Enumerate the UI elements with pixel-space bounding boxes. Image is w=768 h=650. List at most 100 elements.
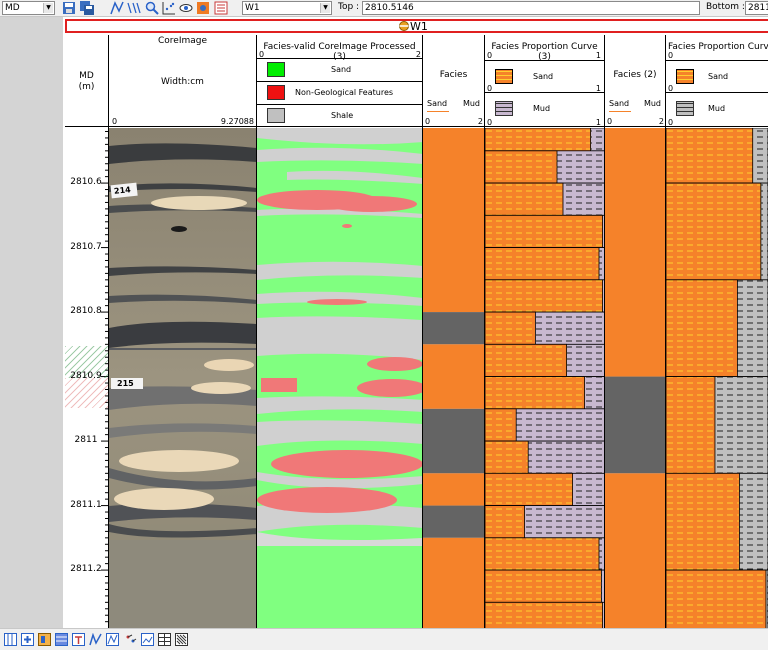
- md-track-unit: (m): [78, 82, 95, 92]
- fpc3-track[interactable]: Facies Proportion Curve (3) 0 1 Sand 0 1…: [485, 35, 605, 628]
- facies-track[interactable]: Facies Sand Mud 0 2: [423, 35, 485, 628]
- facies-interval: [423, 344, 484, 409]
- well-log-viewer: MD ▼ W1 ▼ Top : 2810.5146 Bottom : 2811.…: [0, 0, 768, 650]
- legend-row-non-geological[interactable]: Non-Geological Features: [257, 81, 422, 104]
- fpc4-legend-sand: Sand: [708, 72, 729, 81]
- add-track-icon[interactable]: [21, 633, 34, 646]
- md-track-body: 2810.6 2810.7 2810.8 2810.9 2811 2811.1 2811.2: [65, 128, 108, 628]
- fill-track-icon[interactable]: [38, 633, 51, 646]
- settings-icon[interactable]: [196, 1, 210, 15]
- chevron-down-icon[interactable]: ▼: [320, 3, 330, 13]
- legend-row-sand[interactable]: Sand: [257, 58, 422, 81]
- curve-tool-icon[interactable]: [127, 1, 141, 15]
- facies-scale-max: 2: [477, 117, 483, 126]
- sand-proportion-bar: [666, 472, 740, 571]
- crossplot-icon[interactable]: [162, 1, 176, 15]
- zoom-icon[interactable]: [145, 1, 159, 15]
- facies2-legend-mud: Mud: [643, 99, 661, 108]
- left-gutter: [0, 17, 63, 628]
- fpc4-legend-mud-row[interactable]: Mud 0: [666, 92, 768, 126]
- sand-proportion-bar: [666, 182, 762, 281]
- facies-legend-mud: Mud: [462, 99, 480, 108]
- well-title-bar[interactable]: W1: [65, 19, 768, 33]
- sand-proportion-bar: [485, 376, 585, 410]
- facies-classification-image: [257, 128, 422, 628]
- fpc3-legend-mud-row[interactable]: Mud 0 1: [485, 92, 604, 126]
- view-icon[interactable]: [179, 1, 193, 15]
- tadpole-icon[interactable]: [124, 633, 137, 646]
- sand-proportion-bar: [485, 343, 567, 377]
- md-track[interactable]: MD (m) 2810.6 2810.7 2810.8 2810.9 2811 2811.…: [65, 35, 109, 628]
- facies2-sand-line: [609, 111, 631, 112]
- core-image-track[interactable]: CoreImage Width:cm 0 9.27088 214 215: [109, 35, 257, 628]
- sand-proportion-bar: [485, 279, 603, 313]
- fpc3-legend-sand-row[interactable]: Sand 0 1: [485, 60, 604, 93]
- facies-interval: [423, 408, 484, 474]
- fpc4-legend-sand-row[interactable]: Sand 0: [666, 60, 768, 93]
- fpc3-scale-max-top: 1: [595, 51, 601, 60]
- facies2-title: Facies (2): [613, 70, 657, 80]
- facies2-track[interactable]: Facies (2) Sand Mud 0 2: [605, 35, 666, 628]
- facies-interval: [605, 473, 665, 628]
- fpc4-scale-min-top: 0: [668, 51, 674, 60]
- sand-proportion-bar: [666, 279, 738, 377]
- sand-proportion-bar: [485, 214, 603, 248]
- fpc4-track[interactable]: Facies Proportion Curve (4) 0 Sand 0 Mud…: [666, 35, 768, 628]
- core-image-header: CoreImage Width:cm 0 9.27088: [109, 35, 256, 127]
- non-geological-swatch: [267, 85, 285, 100]
- text-track-icon[interactable]: [72, 633, 85, 646]
- fpc4-title: Facies Proportion Curve (4): [668, 42, 768, 52]
- depth-label: 2810.9: [70, 370, 102, 381]
- save-icon[interactable]: [62, 1, 76, 15]
- facies2-scale-max: 2: [658, 117, 664, 126]
- depth-type-value: MD: [5, 3, 20, 13]
- top-depth-input[interactable]: 2810.5146: [362, 1, 700, 15]
- bottom-depth-input[interactable]: 2811.: [745, 1, 768, 15]
- legend-label-shale: Shale: [331, 111, 354, 120]
- log-edit-icon[interactable]: [110, 1, 124, 15]
- facies-track-body: [423, 128, 484, 628]
- fpc3-header: Facies Proportion Curve (3) 0 1 Sand 0 1…: [485, 35, 604, 127]
- template-icon[interactable]: [214, 1, 228, 15]
- facies-interval: [423, 505, 484, 538]
- facies-valid-track[interactable]: Facies-valid CoreImage Processed (3) 0 2…: [257, 35, 423, 628]
- sand-swatch: [267, 62, 285, 77]
- facies-track-title: Facies: [439, 70, 468, 80]
- table-track-icon[interactable]: [158, 633, 171, 646]
- sand-proportion-bar: [485, 408, 517, 442]
- legend-row-shale[interactable]: Shale: [257, 104, 422, 126]
- fpc3-legend-sand: Sand: [533, 72, 554, 81]
- fpc4-legend-mud: Mud: [708, 104, 726, 113]
- well-select[interactable]: W1 ▼: [242, 1, 332, 15]
- pattern-track-icon[interactable]: [175, 633, 188, 646]
- dual-curve-icon[interactable]: [106, 633, 119, 646]
- image-track-icon[interactable]: [141, 633, 154, 646]
- facies-interval: [605, 376, 665, 474]
- legend-label-sand: Sand: [331, 65, 352, 74]
- shale-swatch: [267, 108, 285, 123]
- sand-proportion-bar: [666, 128, 754, 184]
- core-image-title: CoreImage: [157, 36, 208, 46]
- core-image-width-label: Width:cm: [161, 77, 204, 87]
- lithology-icon[interactable]: [55, 633, 68, 646]
- md-track-header: MD (m): [65, 35, 108, 127]
- fpc4-header: Facies Proportion Curve (4) 0 Sand 0 Mud…: [666, 35, 768, 127]
- facies-sand-line: [427, 111, 449, 112]
- sand-proportion-bar: [485, 601, 603, 628]
- save-all-icon[interactable]: [80, 1, 94, 15]
- sand-proportion-bar: [485, 128, 591, 152]
- facies-track-header: Facies Sand Mud 0 2: [423, 35, 484, 127]
- fpc4-curve: [666, 128, 768, 628]
- depth-type-select[interactable]: MD ▼: [2, 1, 55, 15]
- depth-label: 2811.1: [70, 499, 102, 510]
- sand-proportion-bar: [485, 472, 573, 506]
- facies-interval: [423, 537, 484, 628]
- chevron-down-icon[interactable]: ▼: [43, 3, 53, 13]
- track-layout-icon[interactable]: [4, 633, 17, 646]
- fpc3-mud-swatch: [495, 101, 513, 116]
- facies-valid-body: [257, 128, 422, 628]
- fpc4-body: [666, 128, 768, 628]
- core-label-215: 215: [117, 379, 134, 388]
- bottom-depth-label: Bottom :: [706, 2, 745, 12]
- curve-track-icon[interactable]: [89, 633, 102, 646]
